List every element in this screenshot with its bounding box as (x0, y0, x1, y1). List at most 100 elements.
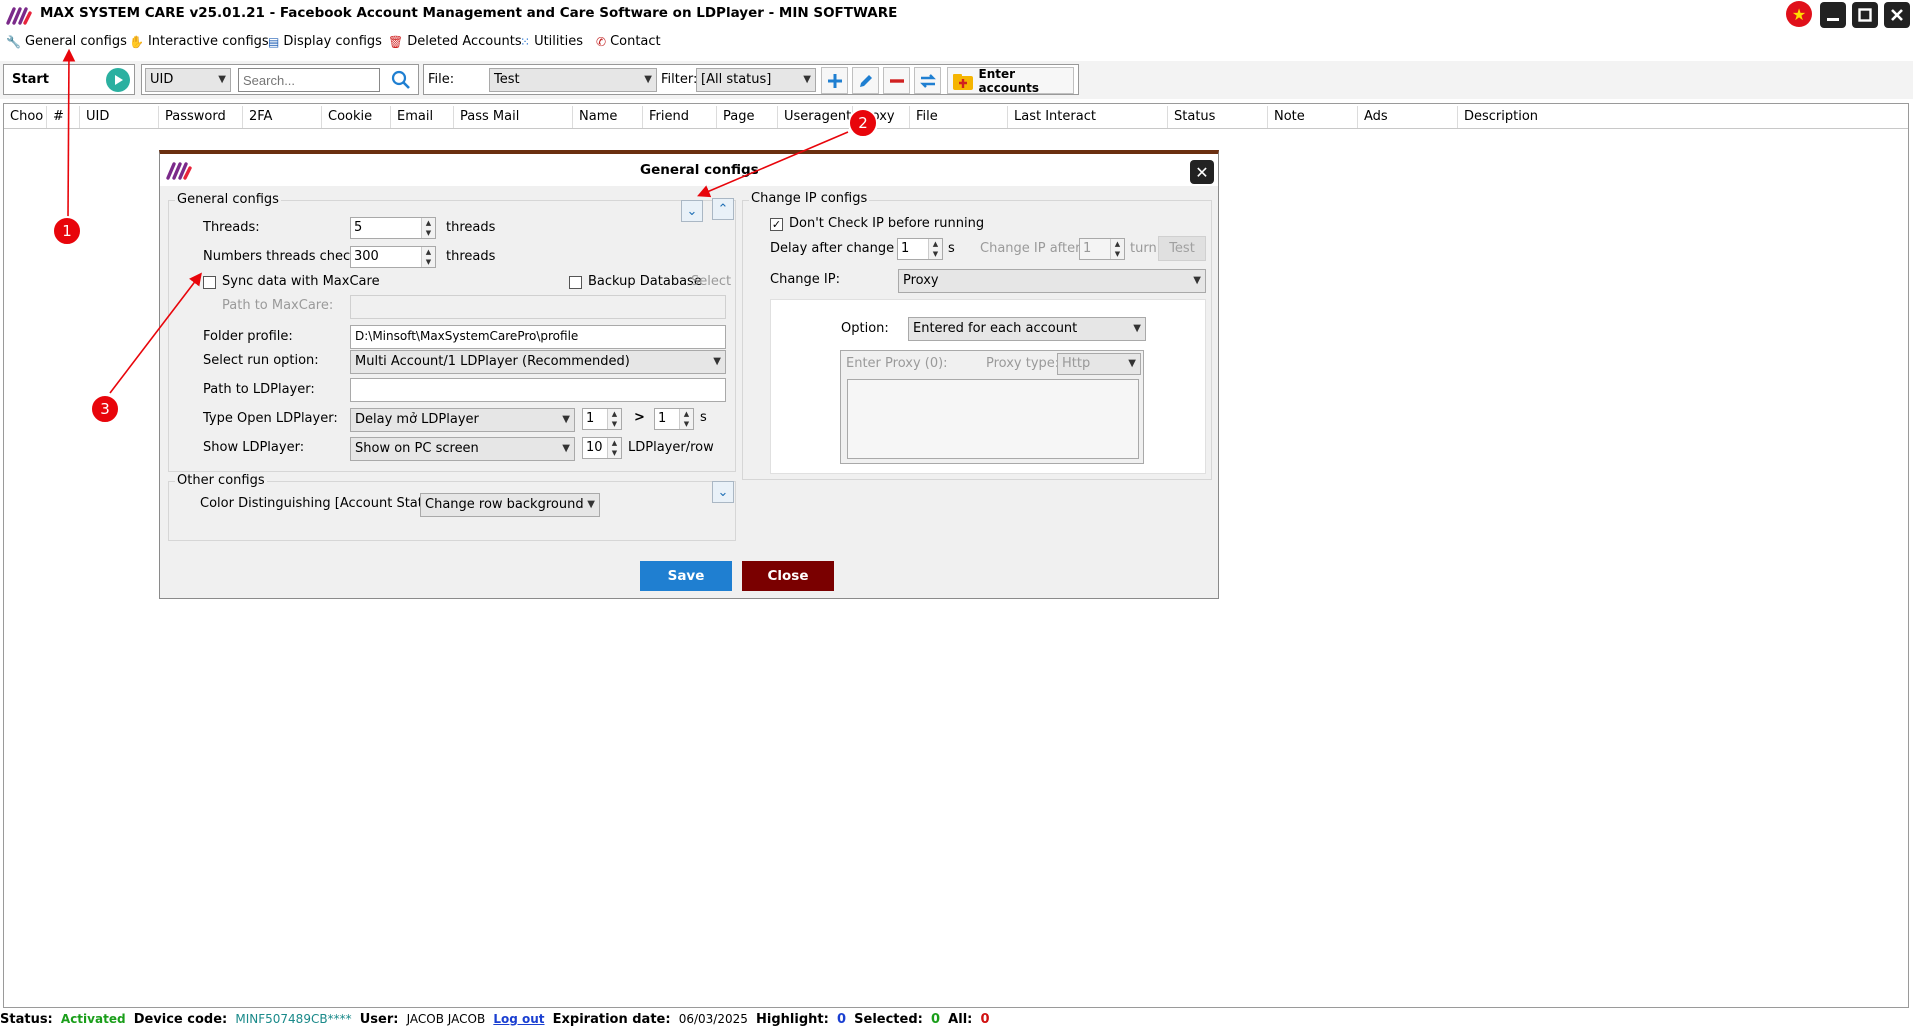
column-header-pass-mail[interactable]: Pass Mail (454, 106, 573, 128)
menu-contact[interactable]: ✆ Contact (596, 34, 661, 49)
logout-link[interactable]: Log out (493, 1012, 544, 1026)
column-header-name[interactable]: Name (573, 106, 643, 128)
search-input[interactable] (238, 68, 380, 92)
search-panel: UID ▼ (141, 64, 419, 95)
column-header-choose[interactable]: Choo (4, 106, 47, 128)
sync-maxcare-label: Sync data with MaxCare (222, 274, 380, 289)
select-backup-link[interactable]: Select (691, 274, 731, 289)
ldplayer-per-row-stepper[interactable]: 10 ▲ ▼ (582, 437, 622, 459)
column-header-last-interact[interactable]: Last Interact (1008, 106, 1168, 128)
dialog-close-icon[interactable]: ✕ (1190, 160, 1214, 184)
column-header-email[interactable]: Email (391, 106, 454, 128)
remove-account-button[interactable] (883, 67, 910, 94)
status-label: Status: (0, 1012, 53, 1027)
type-open-select[interactable]: Delay mở LDPlayer ▼ (350, 408, 575, 432)
filter-select[interactable]: [All status] ▼ (696, 68, 816, 92)
change-ip-after-label: Change IP after: (980, 241, 1085, 256)
backup-database-label: Backup Database (588, 274, 702, 289)
show-ldplayer-label: Show LDPlayer: (203, 440, 305, 455)
proxy-type-select[interactable]: Http ▼ (1057, 353, 1141, 375)
column-header-ads[interactable]: Ads (1358, 106, 1458, 128)
other-collapse-down-button[interactable]: ⌄ (712, 481, 734, 503)
general-collapse-up-button[interactable]: ⌃ (712, 198, 734, 220)
column-header-file[interactable]: File (910, 106, 1008, 128)
column-header-description[interactable]: Description (1458, 106, 1638, 128)
column-header-page[interactable]: Page (717, 106, 778, 128)
column-header-2fa[interactable]: 2FA (243, 106, 322, 128)
folder-profile-input[interactable]: D:\Minsoft\MaxSystemCarePro\profile (350, 325, 726, 349)
menu-deleted-accounts[interactable]: 🗑 Deleted Accounts (388, 34, 522, 49)
start-play-button[interactable] (106, 68, 130, 92)
file-filter-panel: File: Test ▼ Filter: [All status] ▼ Enter … (423, 64, 1079, 95)
column-header-index[interactable]: # (47, 106, 80, 128)
save-button[interactable]: Save (640, 561, 732, 591)
expiration-value: 06/03/2025 (678, 1012, 748, 1026)
run-option-select[interactable]: Multi Account/1 LDPlayer (Recommended) ▼ (350, 350, 726, 374)
column-header-status[interactable]: Status (1168, 106, 1268, 128)
color-distinguishing-select[interactable]: Change row background ▼ (420, 493, 600, 517)
grid-icon: ⁙ (520, 34, 531, 49)
proxy-option-select[interactable]: Entered for each account ▼ (908, 317, 1146, 341)
search-field-select[interactable]: UID ▼ (145, 68, 231, 92)
threads-stepper[interactable]: 5 ▲ ▼ (350, 217, 436, 239)
general-collapse-down-button[interactable]: ⌄ (681, 200, 703, 222)
menu-utilities[interactable]: ⁙ Utilities (520, 34, 583, 49)
menu-interactive-configs[interactable]: ✋ Interactive configs (129, 34, 269, 49)
window-title: MAX SYSTEM CARE v25.01.21 - Facebook Acc… (40, 5, 898, 21)
refresh-button[interactable] (914, 67, 941, 94)
dialog-logo-icon (166, 162, 192, 180)
add-account-button[interactable] (821, 67, 848, 94)
test-ip-button[interactable]: Test (1158, 236, 1206, 261)
change-ip-after-stepper[interactable]: 1 ▲ ▼ (1079, 238, 1125, 260)
contact-icon: ✆ (596, 34, 607, 49)
column-header-note[interactable]: Note (1268, 106, 1358, 128)
file-select[interactable]: Test ▼ (489, 68, 657, 92)
delay-from-stepper[interactable]: 1 ▲ ▼ (582, 408, 622, 430)
plus-icon (827, 73, 842, 88)
other-group-title: Other configs (175, 473, 267, 488)
column-header-password[interactable]: Password (159, 106, 243, 128)
color-distinguishing-label: Color Distinguishing [Account Status]: (200, 496, 448, 511)
close-window-button[interactable] (1884, 2, 1910, 28)
search-icon (391, 70, 410, 89)
delay-to-stepper[interactable]: 1 ▲ ▼ (654, 408, 694, 430)
menu-general-configs[interactable]: 🔧 General configs (6, 34, 127, 49)
status-value: Activated (60, 1012, 126, 1026)
wrench-icon: 🔧 (6, 34, 21, 49)
maximize-button[interactable] (1852, 2, 1878, 28)
column-header-friend[interactable]: Friend (643, 106, 717, 128)
delay-change-ip-stepper[interactable]: 1 ▲ ▼ (897, 238, 943, 260)
chevron-down-icon: ⌄ (686, 203, 698, 219)
delay-separator: > (634, 410, 645, 425)
proxy-list-textarea[interactable] (847, 379, 1139, 459)
minimize-button[interactable] (1820, 2, 1846, 28)
sync-maxcare-checkbox[interactable] (203, 276, 216, 289)
trash-icon: 🗑 (388, 34, 404, 49)
check-threads-stepper[interactable]: 300 ▲ ▼ (350, 246, 436, 268)
path-maxcare-input[interactable] (350, 295, 726, 319)
annotation-marker-3: 3 (90, 394, 120, 424)
menu-bar: 🔧 General configs ✋ Interactive configs ▤ D… (0, 30, 1913, 56)
folder-profile-label: Folder profile: (203, 329, 293, 344)
show-ldplayer-select[interactable]: Show on PC screen ▼ (350, 437, 575, 461)
device-code-label: Device code: (133, 1012, 228, 1027)
backup-database-checkbox[interactable] (569, 276, 582, 289)
annotation-marker-1: 1 (52, 216, 82, 246)
column-header-uid[interactable]: UID (80, 106, 159, 128)
close-button[interactable]: Close (742, 561, 834, 591)
ldplayer-per-row-unit: LDPlayer/row (628, 440, 714, 455)
dont-check-ip-checkbox[interactable]: ✓ (770, 218, 783, 231)
annotation-marker-2: 2 (848, 108, 878, 138)
column-header-cookie[interactable]: Cookie (322, 106, 391, 128)
menu-display-configs[interactable]: ▤ Display configs (268, 34, 382, 49)
path-ldplayer-input[interactable] (350, 378, 726, 402)
column-header-useragent[interactable]: Useragent (778, 106, 853, 128)
language-flag-icon[interactable]: ★ (1786, 1, 1812, 27)
enter-accounts-button[interactable]: Enter accounts (947, 67, 1074, 95)
dialog-title: General configs (640, 162, 759, 178)
search-button[interactable] (387, 67, 414, 93)
change-ip-method-label: Change IP: (770, 272, 840, 287)
highlight-label: Highlight: (756, 1012, 829, 1027)
change-ip-method-select[interactable]: Proxy ▼ (898, 269, 1206, 293)
edit-account-button[interactable] (852, 67, 879, 94)
